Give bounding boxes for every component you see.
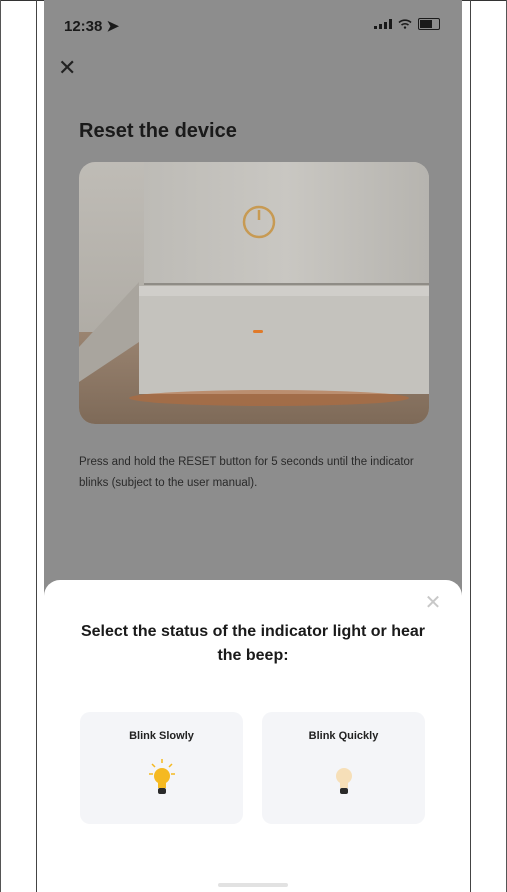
frame-divider-left: [36, 0, 37, 892]
battery-icon: [418, 18, 440, 30]
wifi-icon: [398, 19, 412, 29]
bulb-dim-icon: [336, 768, 352, 794]
location-arrow-icon: ➤: [106, 18, 120, 35]
option-blink-slowly[interactable]: Blink Slowly: [80, 712, 243, 824]
bulb-lit-icon: [149, 759, 175, 794]
indicator-status-sheet: ✕ Select the status of the indicator lig…: [44, 580, 462, 892]
option-label: Blink Quickly: [308, 730, 379, 742]
sheet-title: Select the status of the indicator light…: [80, 623, 426, 664]
sheet-close-icon[interactable]: ✕: [424, 593, 442, 613]
status-icons: [374, 18, 440, 30]
page-title: Reset the device: [79, 120, 237, 142]
status-time: 12:38 ➤: [64, 18, 120, 35]
home-indicator: [218, 883, 288, 887]
frame-divider-right: [470, 0, 471, 892]
signal-icon: [374, 19, 392, 29]
frame-left-line: [0, 0, 1, 892]
close-icon[interactable]: ✕: [58, 57, 78, 79]
status-bar: 12:38 ➤: [44, 0, 462, 44]
option-blink-quickly[interactable]: Blink Quickly: [262, 712, 425, 824]
reset-instruction-text: Press and hold the RESET button for 5 se…: [79, 456, 414, 489]
phone-screen: 12:38 ➤ ✕ Reset the device Press and hol…: [44, 0, 462, 892]
device-reset-illustration: [79, 162, 429, 424]
option-label: Blink Slowly: [129, 730, 194, 742]
